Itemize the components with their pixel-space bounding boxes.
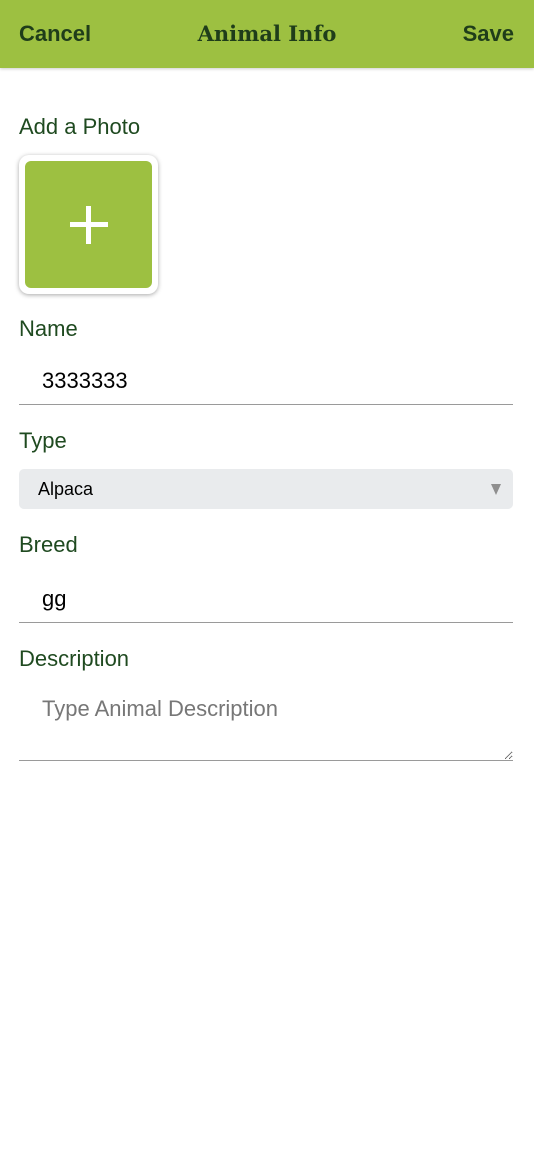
chevron-down-icon [491, 484, 501, 495]
name-input[interactable] [19, 357, 513, 405]
cancel-button[interactable]: Cancel [19, 0, 91, 68]
type-select[interactable]: Alpaca [19, 469, 513, 509]
breed-input[interactable] [19, 575, 513, 623]
top-bar: Cancel Animal Info Save [0, 0, 534, 68]
type-label: Type [19, 428, 67, 453]
breed-label: Breed [19, 532, 78, 557]
name-label: Name [19, 316, 78, 341]
save-button[interactable]: Save [463, 0, 514, 68]
add-photo-label: Add a Photo [19, 114, 141, 139]
plus-icon [25, 161, 152, 288]
type-select-value: Alpaca [38, 479, 94, 499]
add-photo-button[interactable] [19, 155, 158, 294]
description-textarea[interactable] [19, 686, 513, 761]
description-label: Description [19, 646, 130, 671]
photo-placeholder [25, 161, 152, 288]
